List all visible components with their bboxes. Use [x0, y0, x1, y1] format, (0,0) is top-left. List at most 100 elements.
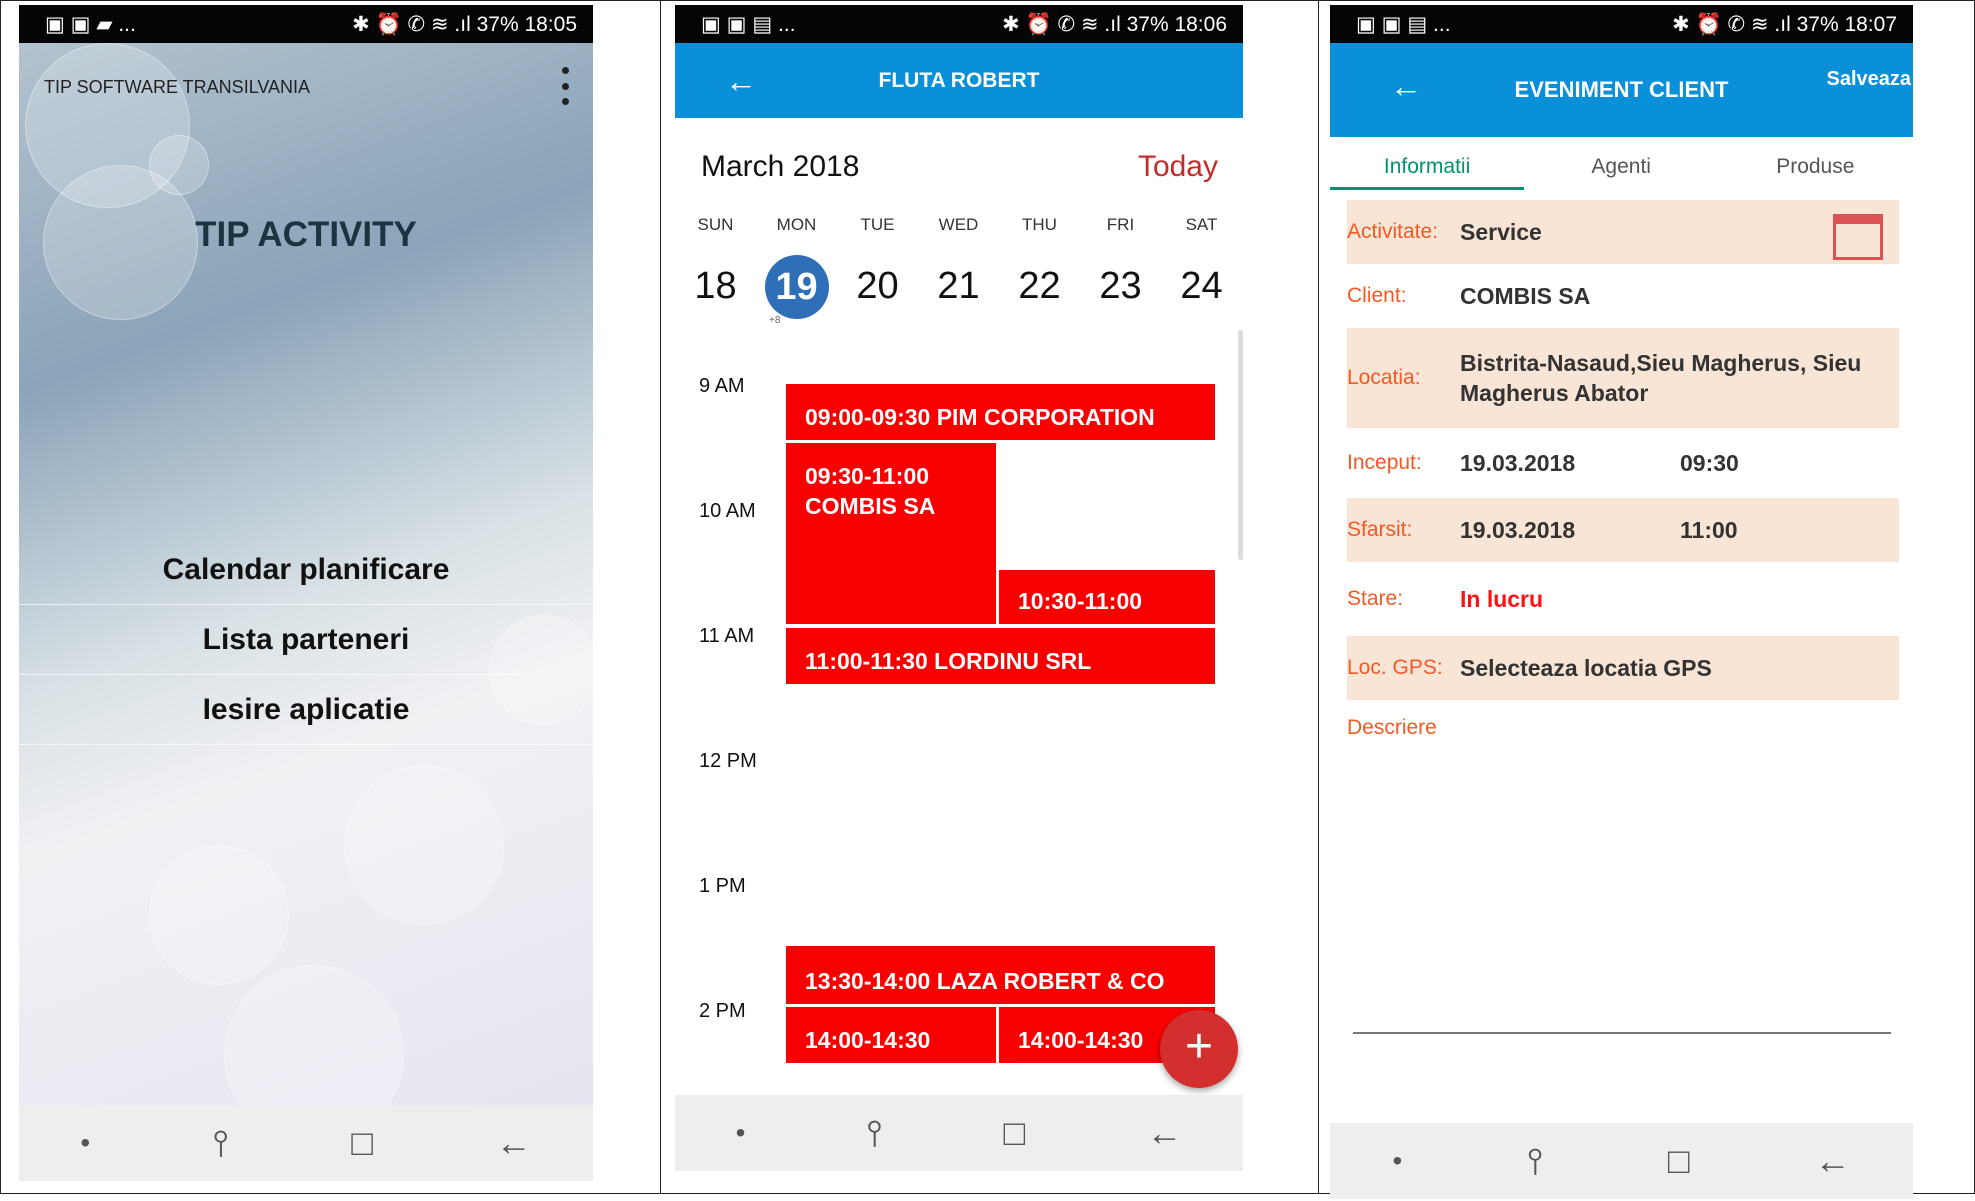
event-count-badge: +8 — [769, 315, 781, 326]
calendar-event[interactable]: 14:00-14:30 — [784, 1005, 998, 1065]
home-icon[interactable]: □ — [1003, 1112, 1025, 1154]
event-details-phone: ▣ ▣ ▤ ... ✱ ⏰ ✆ ≋ .ıl 37% 18:07 ← EVENIM… — [1330, 5, 1913, 1201]
calendar-event[interactable]: 09:30-11:00 COMBIS SA — [784, 441, 998, 626]
status-row: Stare: In lucru — [1347, 562, 1899, 636]
gps-label: Loc. GPS: — [1347, 656, 1443, 679]
status-right-icons: ✱ ⏰ ✆ ≋ .ıl 37% 18:06 — [1002, 12, 1227, 36]
date-23[interactable]: 23 — [1080, 255, 1161, 317]
back-icon[interactable]: ← — [496, 1122, 532, 1164]
weekday-label: TUE — [860, 215, 895, 234]
location-row: Locatia: Bistrita-Nasaud,Sieu Magherus, … — [1347, 328, 1899, 428]
event-tabs: Informatii Agenti Produse — [1330, 150, 1913, 190]
calendar-event[interactable]: 13:30-14:00 LAZA ROBERT & CO — [784, 944, 1217, 1006]
selected-date-number: 19 — [764, 255, 829, 319]
end-label: Sfarsit: — [1347, 518, 1413, 541]
nav-dot-icon: • — [735, 1117, 746, 1148]
event-app-bar: ← EVENIMENT CLIENT Salveaza — [1330, 43, 1913, 137]
status-left-icons: ▣ ▣ ▰ ... — [45, 12, 136, 36]
back-arrow-icon[interactable]: ← — [725, 63, 757, 100]
tab-produse[interactable]: Produse — [1718, 150, 1912, 190]
gps-value[interactable]: Selecteaza locatia GPS — [1460, 655, 1712, 682]
menu-lista-parteneri[interactable]: Lista parteneri — [19, 605, 593, 675]
android-navigation-bar: • ⫯ □ ← — [1330, 1123, 1913, 1199]
status-value[interactable]: In lucru — [1460, 586, 1543, 613]
client-value[interactable]: COMBIS SA — [1460, 283, 1590, 310]
end-row: Sfarsit: 19.03.2018 11:00 — [1347, 498, 1899, 562]
activity-value[interactable]: Service — [1460, 219, 1542, 246]
agent-name-title: FLUTA ROBERT — [878, 68, 1040, 92]
today-button[interactable]: Today — [1138, 150, 1218, 184]
home-screen-phone: ▣ ▣ ▰ ... ✱ ⏰ ✆ ≋ .ıl 37% 18:05 TIP SOFT… — [19, 5, 593, 1181]
calendar-event[interactable]: 11:00-11:30 LORDINU SRL — [784, 626, 1217, 686]
date-20[interactable]: 20 — [837, 255, 918, 317]
client-row: Client: COMBIS SA — [1347, 264, 1899, 328]
background-bokeh — [149, 845, 289, 985]
start-time[interactable]: 09:30 — [1680, 450, 1739, 477]
status-bar: ▣ ▣ ▤ ... ✱ ⏰ ✆ ≋ .ıl 37% 18:06 — [675, 5, 1243, 43]
date-18[interactable]: 18 — [675, 255, 756, 317]
main-menu: Calendar planificare Lista parteneri Ies… — [19, 535, 593, 745]
status-left-icons: ▣ ▣ ▤ ... — [701, 12, 796, 36]
start-date[interactable]: 19.03.2018 — [1460, 450, 1680, 477]
save-button[interactable]: Salveaza — [1826, 68, 1911, 91]
date-21[interactable]: 21 — [918, 255, 999, 317]
day-timeline: 9 AM 10 AM 11 AM 12 PM 1 PM 2 PM 09:00-0… — [675, 365, 1243, 1065]
back-icon[interactable]: ← — [1146, 1112, 1182, 1154]
weekday-label: WED — [938, 215, 979, 234]
activity-row: Activitate: Service — [1347, 200, 1899, 264]
weekday-label: SAT — [1185, 215, 1218, 234]
start-label: Inceput: — [1347, 451, 1422, 474]
panel-divider — [1318, 0, 1319, 1194]
status-bar: ▣ ▣ ▤ ... ✱ ⏰ ✆ ≋ .ıl 37% 18:07 — [1330, 5, 1913, 43]
status-left-icons: ▣ ▣ ▤ ... — [1356, 12, 1451, 36]
home-icon[interactable]: □ — [351, 1122, 373, 1164]
calendar-event[interactable]: 10:30-11:00 — [997, 568, 1217, 626]
calendar-screen-phone: ▣ ▣ ▤ ... ✱ ⏰ ✆ ≋ .ıl 37% 18:06 ← FLUTA … — [675, 5, 1243, 1171]
recent-apps-icon[interactable]: ⫯ — [1527, 1140, 1543, 1183]
weekday-label: SUN — [697, 215, 734, 234]
calendar-event[interactable]: 09:00-09:30 PIM CORPORATION — [784, 382, 1217, 442]
more-options-icon[interactable] — [561, 67, 569, 105]
background-bokeh — [149, 135, 209, 195]
end-date[interactable]: 19.03.2018 — [1460, 517, 1680, 544]
company-name: TIP SOFTWARE TRANSILVANIA — [44, 77, 311, 97]
status-bar: ▣ ▣ ▰ ... ✱ ⏰ ✆ ≋ .ıl 37% 18:05 — [19, 5, 593, 43]
end-time[interactable]: 11:00 — [1680, 517, 1738, 544]
status-right-icons: ✱ ⏰ ✆ ≋ .ıl 37% 18:07 — [1672, 12, 1897, 36]
activity-label: Activitate: — [1347, 220, 1439, 243]
client-label: Client: — [1347, 284, 1407, 307]
menu-iesire-aplicatie[interactable]: Iesire aplicatie — [19, 675, 593, 745]
weekday-label: THU — [1022, 215, 1057, 234]
event-form: Activitate: Service Client: COMBIS SA Lo… — [1347, 200, 1899, 740]
hour-label: 12 PM — [699, 750, 757, 772]
calendar-icon[interactable] — [1833, 214, 1883, 260]
hour-label: 1 PM — [699, 875, 746, 897]
calendar-app-bar: ← FLUTA ROBERT — [675, 43, 1243, 118]
hour-label: 10 AM — [699, 500, 756, 522]
weekday-label: MON — [776, 215, 817, 234]
app-title: TIP ACTIVITY — [195, 215, 417, 254]
calendar-month-title: March 2018 — [701, 150, 860, 183]
weekday-header: SUN MON TUE WED THU FRI SAT — [675, 215, 1243, 235]
tab-agenti[interactable]: Agenti — [1524, 150, 1718, 190]
add-event-button[interactable]: + — [1160, 1010, 1238, 1088]
recent-apps-icon[interactable]: ⫯ — [867, 1112, 883, 1155]
home-icon[interactable]: □ — [1668, 1140, 1690, 1182]
back-icon[interactable]: ← — [1815, 1140, 1851, 1182]
date-24[interactable]: 24 — [1161, 255, 1242, 317]
menu-calendar-planificare[interactable]: Calendar planificare — [19, 535, 593, 605]
hour-label: 2 PM — [699, 1000, 746, 1022]
description-input-underline[interactable] — [1353, 1032, 1891, 1034]
background-bokeh — [344, 765, 504, 925]
android-navigation-bar: • ⫯ □ ← — [675, 1095, 1243, 1171]
tab-informatii[interactable]: Informatii — [1330, 150, 1525, 190]
date-22[interactable]: 22 — [999, 255, 1080, 317]
week-dates: 18 19 20 21 22 23 24 — [675, 255, 1243, 319]
hour-label: 9 AM — [699, 375, 745, 397]
location-value[interactable]: Bistrita-Nasaud,Sieu Magherus, Sieu Magh… — [1460, 348, 1890, 408]
panel-divider — [660, 0, 661, 1194]
date-19-selected[interactable]: 19 — [756, 255, 837, 319]
status-label: Stare: — [1347, 587, 1404, 610]
status-right-icons: ✱ ⏰ ✆ ≋ .ıl 37% 18:05 — [352, 12, 577, 36]
recent-apps-icon[interactable]: ⫯ — [213, 1122, 229, 1165]
